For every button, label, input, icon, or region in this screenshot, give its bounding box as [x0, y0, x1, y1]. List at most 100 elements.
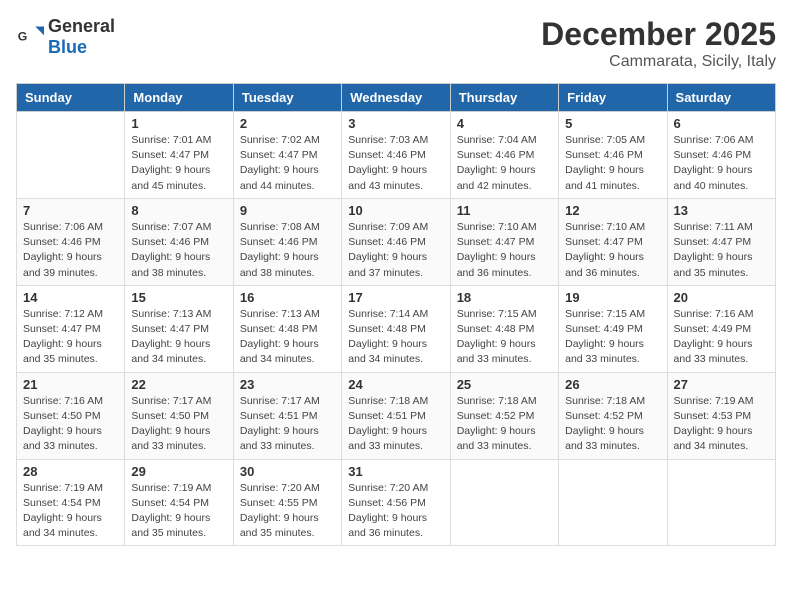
daylight: Daylight: 9 hours and 44 minutes.: [240, 164, 319, 191]
day-number: 9: [240, 203, 335, 218]
day-number: 19: [565, 290, 660, 305]
day-number: 29: [131, 464, 226, 479]
sunrise: Sunrise: 7:16 AM: [23, 395, 103, 407]
day-number: 1: [131, 116, 226, 131]
sunrise: Sunrise: 7:01 AM: [131, 134, 211, 146]
day-number: 27: [674, 377, 769, 392]
sunset: Sunset: 4:46 PM: [565, 149, 643, 161]
cell-info: Sunrise: 7:13 AM Sunset: 4:47 PM Dayligh…: [131, 307, 226, 368]
sunset: Sunset: 4:55 PM: [240, 497, 318, 509]
calendar-header-row: SundayMondayTuesdayWednesdayThursdayFrid…: [17, 84, 776, 112]
daylight: Daylight: 9 hours and 34 minutes.: [240, 338, 319, 365]
sunset: Sunset: 4:46 PM: [240, 236, 318, 248]
day-number: 16: [240, 290, 335, 305]
cell-info: Sunrise: 7:18 AM Sunset: 4:51 PM Dayligh…: [348, 394, 443, 455]
cell-info: Sunrise: 7:07 AM Sunset: 4:46 PM Dayligh…: [131, 220, 226, 281]
daylight: Daylight: 9 hours and 33 minutes.: [348, 425, 427, 452]
daylight: Daylight: 9 hours and 38 minutes.: [240, 251, 319, 278]
calendar-cell: 6 Sunrise: 7:06 AM Sunset: 4:46 PM Dayli…: [667, 112, 775, 199]
sunset: Sunset: 4:54 PM: [23, 497, 101, 509]
cell-info: Sunrise: 7:01 AM Sunset: 4:47 PM Dayligh…: [131, 133, 226, 194]
calendar-cell: 24 Sunrise: 7:18 AM Sunset: 4:51 PM Dayl…: [342, 372, 450, 459]
sunrise: Sunrise: 7:12 AM: [23, 308, 103, 320]
day-number: 25: [457, 377, 552, 392]
calendar-cell: 12 Sunrise: 7:10 AM Sunset: 4:47 PM Dayl…: [559, 198, 667, 285]
sunrise: Sunrise: 7:19 AM: [674, 395, 754, 407]
daylight: Daylight: 9 hours and 35 minutes.: [240, 512, 319, 539]
sunset: Sunset: 4:46 PM: [23, 236, 101, 248]
calendar-cell: 8 Sunrise: 7:07 AM Sunset: 4:46 PM Dayli…: [125, 198, 233, 285]
calendar-week-1: 1 Sunrise: 7:01 AM Sunset: 4:47 PM Dayli…: [17, 112, 776, 199]
calendar-cell: [17, 112, 125, 199]
daylight: Daylight: 9 hours and 33 minutes.: [565, 338, 644, 365]
sunrise: Sunrise: 7:10 AM: [457, 221, 537, 233]
cell-info: Sunrise: 7:16 AM Sunset: 4:49 PM Dayligh…: [674, 307, 769, 368]
cell-info: Sunrise: 7:14 AM Sunset: 4:48 PM Dayligh…: [348, 307, 443, 368]
calendar-cell: [450, 459, 558, 546]
calendar-cell: 16 Sunrise: 7:13 AM Sunset: 4:48 PM Dayl…: [233, 285, 341, 372]
cell-info: Sunrise: 7:15 AM Sunset: 4:48 PM Dayligh…: [457, 307, 552, 368]
sunset: Sunset: 4:46 PM: [131, 236, 209, 248]
sunset: Sunset: 4:47 PM: [131, 149, 209, 161]
day-number: 12: [565, 203, 660, 218]
sunset: Sunset: 4:47 PM: [565, 236, 643, 248]
sunset: Sunset: 4:47 PM: [457, 236, 535, 248]
cell-info: Sunrise: 7:18 AM Sunset: 4:52 PM Dayligh…: [457, 394, 552, 455]
daylight: Daylight: 9 hours and 40 minutes.: [674, 164, 753, 191]
col-header-wednesday: Wednesday: [342, 84, 450, 112]
day-number: 11: [457, 203, 552, 218]
calendar-cell: 2 Sunrise: 7:02 AM Sunset: 4:47 PM Dayli…: [233, 112, 341, 199]
sunset: Sunset: 4:47 PM: [674, 236, 752, 248]
day-number: 14: [23, 290, 118, 305]
sunrise: Sunrise: 7:15 AM: [565, 308, 645, 320]
cell-info: Sunrise: 7:17 AM Sunset: 4:50 PM Dayligh…: [131, 394, 226, 455]
calendar-cell: 25 Sunrise: 7:18 AM Sunset: 4:52 PM Dayl…: [450, 372, 558, 459]
calendar-cell: 20 Sunrise: 7:16 AM Sunset: 4:49 PM Dayl…: [667, 285, 775, 372]
calendar-cell: 27 Sunrise: 7:19 AM Sunset: 4:53 PM Dayl…: [667, 372, 775, 459]
col-header-monday: Monday: [125, 84, 233, 112]
calendar-cell: 23 Sunrise: 7:17 AM Sunset: 4:51 PM Dayl…: [233, 372, 341, 459]
day-number: 24: [348, 377, 443, 392]
calendar-cell: 26 Sunrise: 7:18 AM Sunset: 4:52 PM Dayl…: [559, 372, 667, 459]
calendar-cell: 14 Sunrise: 7:12 AM Sunset: 4:47 PM Dayl…: [17, 285, 125, 372]
day-number: 7: [23, 203, 118, 218]
calendar-cell: 22 Sunrise: 7:17 AM Sunset: 4:50 PM Dayl…: [125, 372, 233, 459]
sunset: Sunset: 4:48 PM: [457, 323, 535, 335]
calendar-cell: 29 Sunrise: 7:19 AM Sunset: 4:54 PM Dayl…: [125, 459, 233, 546]
sunrise: Sunrise: 7:10 AM: [565, 221, 645, 233]
calendar-cell: 11 Sunrise: 7:10 AM Sunset: 4:47 PM Dayl…: [450, 198, 558, 285]
sunset: Sunset: 4:46 PM: [348, 236, 426, 248]
sunset: Sunset: 4:53 PM: [674, 410, 752, 422]
sunset: Sunset: 4:51 PM: [240, 410, 318, 422]
day-number: 8: [131, 203, 226, 218]
sunrise: Sunrise: 7:03 AM: [348, 134, 428, 146]
calendar-cell: 9 Sunrise: 7:08 AM Sunset: 4:46 PM Dayli…: [233, 198, 341, 285]
sunrise: Sunrise: 7:18 AM: [565, 395, 645, 407]
daylight: Daylight: 9 hours and 33 minutes.: [457, 338, 536, 365]
cell-info: Sunrise: 7:02 AM Sunset: 4:47 PM Dayligh…: [240, 133, 335, 194]
cell-info: Sunrise: 7:12 AM Sunset: 4:47 PM Dayligh…: [23, 307, 118, 368]
calendar-cell: 10 Sunrise: 7:09 AM Sunset: 4:46 PM Dayl…: [342, 198, 450, 285]
daylight: Daylight: 9 hours and 36 minutes.: [565, 251, 644, 278]
sunrise: Sunrise: 7:18 AM: [348, 395, 428, 407]
title-block: December 2025 Cammarata, Sicily, Italy: [541, 16, 776, 71]
calendar-week-5: 28 Sunrise: 7:19 AM Sunset: 4:54 PM Dayl…: [17, 459, 776, 546]
sunset: Sunset: 4:56 PM: [348, 497, 426, 509]
daylight: Daylight: 9 hours and 43 minutes.: [348, 164, 427, 191]
logo-wordmark: General Blue: [48, 16, 115, 58]
daylight: Daylight: 9 hours and 35 minutes.: [674, 251, 753, 278]
sunrise: Sunrise: 7:19 AM: [23, 482, 103, 494]
day-number: 28: [23, 464, 118, 479]
daylight: Daylight: 9 hours and 33 minutes.: [565, 425, 644, 452]
cell-info: Sunrise: 7:15 AM Sunset: 4:49 PM Dayligh…: [565, 307, 660, 368]
calendar-cell: 30 Sunrise: 7:20 AM Sunset: 4:55 PM Dayl…: [233, 459, 341, 546]
sunset: Sunset: 4:47 PM: [131, 323, 209, 335]
sunset: Sunset: 4:51 PM: [348, 410, 426, 422]
calendar-week-2: 7 Sunrise: 7:06 AM Sunset: 4:46 PM Dayli…: [17, 198, 776, 285]
logo-blue: Blue: [48, 37, 87, 57]
sunset: Sunset: 4:48 PM: [348, 323, 426, 335]
sunset: Sunset: 4:50 PM: [23, 410, 101, 422]
sunrise: Sunrise: 7:04 AM: [457, 134, 537, 146]
sunset: Sunset: 4:47 PM: [23, 323, 101, 335]
month-title: December 2025: [541, 16, 776, 53]
